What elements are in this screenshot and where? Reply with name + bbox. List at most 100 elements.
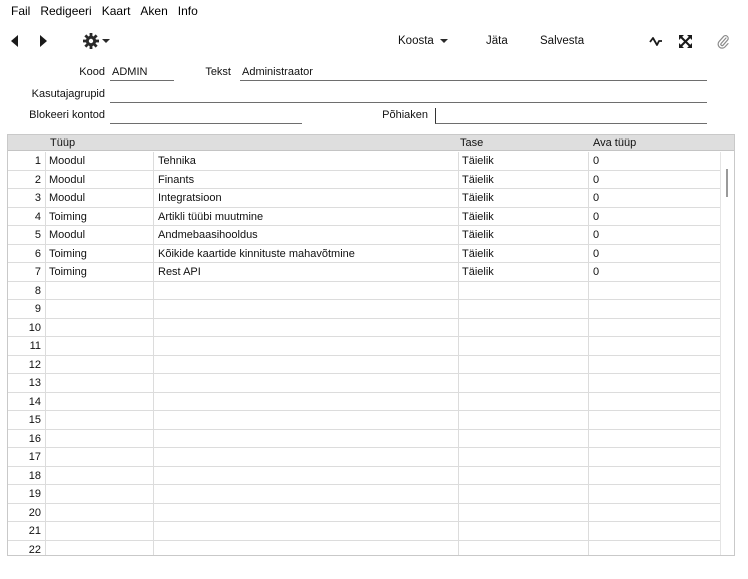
cell-ava-tyyp[interactable]: 0 bbox=[589, 245, 720, 263]
cell-ava-tyyp[interactable] bbox=[589, 393, 720, 411]
cell-tyyp[interactable] bbox=[46, 448, 154, 466]
cell-nimetus[interactable]: Integratsioon bbox=[154, 189, 459, 207]
cell-tase[interactable] bbox=[459, 448, 589, 466]
table-row[interactable]: 12 bbox=[8, 355, 720, 374]
cell-tyyp[interactable] bbox=[46, 466, 154, 485]
cell-nimetus[interactable] bbox=[154, 503, 459, 522]
cell-tase[interactable] bbox=[459, 318, 589, 337]
cell-nimetus[interactable] bbox=[154, 429, 459, 448]
cell-nimetus[interactable] bbox=[154, 318, 459, 337]
table-row[interactable]: 15 bbox=[8, 411, 720, 430]
cell-nimetus[interactable]: Rest API bbox=[154, 263, 459, 281]
cell-tase[interactable] bbox=[459, 411, 589, 429]
table-row[interactable]: 18 bbox=[8, 466, 720, 485]
cell-nimetus[interactable] bbox=[154, 355, 459, 374]
cell-nimetus[interactable]: Kõikide kaartide kinnituste mahavõtmine bbox=[154, 244, 459, 263]
table-row[interactable]: 7 Toiming Rest API Täielik 0 bbox=[8, 263, 720, 282]
cell-tase[interactable] bbox=[459, 300, 589, 318]
table-row[interactable]: 2 Moodul Finants Täielik 0 bbox=[8, 170, 720, 189]
cell-tase[interactable]: Täielik bbox=[459, 207, 589, 226]
table-row[interactable]: 16 bbox=[8, 429, 720, 448]
cell-nimetus[interactable]: Finants bbox=[154, 170, 459, 189]
table-row[interactable]: 22 bbox=[8, 540, 720, 555]
cell-tyyp[interactable]: Moodul bbox=[46, 170, 154, 189]
cell-tase[interactable]: Täielik bbox=[459, 263, 589, 281]
cell-tase[interactable] bbox=[459, 522, 589, 540]
table-row[interactable]: 1 Moodul Tehnika Täielik 0 bbox=[8, 152, 720, 171]
cell-ava-tyyp[interactable] bbox=[589, 319, 720, 337]
blokeeri-kontod-field[interactable] bbox=[110, 108, 302, 124]
cell-ava-tyyp[interactable]: 0 bbox=[589, 208, 720, 226]
cell-ava-tyyp[interactable]: 0 bbox=[589, 171, 720, 189]
cell-tase[interactable] bbox=[459, 466, 589, 485]
cell-tyyp[interactable] bbox=[46, 485, 154, 503]
cell-tyyp[interactable] bbox=[46, 374, 154, 392]
expand-button[interactable] bbox=[679, 26, 695, 56]
cell-nimetus[interactable]: Andmebaasihooldus bbox=[154, 226, 459, 244]
menu-aken[interactable]: Aken bbox=[135, 0, 172, 22]
cell-tase[interactable] bbox=[459, 503, 589, 522]
cell-tase[interactable] bbox=[459, 485, 589, 503]
cell-ava-tyyp[interactable] bbox=[589, 522, 720, 540]
attachment-button[interactable] bbox=[717, 26, 733, 56]
jata-button[interactable]: Jäta bbox=[486, 26, 516, 56]
cell-nimetus[interactable] bbox=[154, 448, 459, 466]
cell-tase[interactable] bbox=[459, 540, 589, 555]
table-row[interactable]: 19 bbox=[8, 485, 720, 504]
tekst-field[interactable]: Administraator bbox=[240, 65, 707, 81]
scrollbar-thumb[interactable] bbox=[726, 169, 728, 197]
cell-nimetus[interactable]: Tehnika bbox=[154, 152, 459, 170]
cell-tyyp[interactable] bbox=[46, 281, 154, 300]
menu-fail[interactable]: Fail bbox=[6, 0, 35, 22]
cell-ava-tyyp[interactable] bbox=[589, 374, 720, 392]
cell-ava-tyyp[interactable] bbox=[589, 485, 720, 503]
kasutajagrupid-field[interactable] bbox=[110, 87, 707, 103]
cell-tyyp[interactable] bbox=[46, 429, 154, 448]
cell-nimetus[interactable] bbox=[154, 485, 459, 503]
cell-tase[interactable]: Täielik bbox=[459, 226, 589, 244]
cell-ava-tyyp[interactable] bbox=[589, 282, 720, 300]
cell-ava-tyyp[interactable]: 0 bbox=[589, 189, 720, 207]
cell-ava-tyyp[interactable]: 0 bbox=[589, 226, 720, 244]
cell-tyyp[interactable] bbox=[46, 503, 154, 522]
table-row[interactable]: 8 bbox=[8, 281, 720, 300]
cell-nimetus[interactable] bbox=[154, 522, 459, 540]
table-row[interactable]: 13 bbox=[8, 374, 720, 393]
pohiaken-field[interactable] bbox=[435, 108, 707, 124]
table-row[interactable]: 17 bbox=[8, 448, 720, 467]
table-row[interactable]: 21 bbox=[8, 522, 720, 541]
cell-nimetus[interactable] bbox=[154, 281, 459, 300]
cell-tyyp[interactable] bbox=[46, 318, 154, 337]
cell-tyyp[interactable] bbox=[46, 337, 154, 355]
cell-ava-tyyp[interactable]: 0 bbox=[589, 263, 720, 281]
table-row[interactable]: 6 Toiming Kõikide kaartide kinnituste maha… bbox=[8, 244, 720, 263]
cell-tase[interactable]: Täielik bbox=[459, 244, 589, 263]
cell-tyyp[interactable]: Toiming bbox=[46, 263, 154, 281]
cell-tyyp[interactable]: Moodul bbox=[46, 226, 154, 244]
table-row[interactable]: 10 bbox=[8, 318, 720, 337]
cell-ava-tyyp[interactable] bbox=[589, 467, 720, 485]
cell-tase[interactable] bbox=[459, 281, 589, 300]
cell-nimetus[interactable] bbox=[154, 540, 459, 555]
cell-nimetus[interactable] bbox=[154, 411, 459, 429]
header-ava-tyyp[interactable]: Ava tüüp bbox=[593, 135, 636, 151]
vertical-scrollbar[interactable] bbox=[720, 152, 734, 555]
menu-redigeeri[interactable]: Redigeeri bbox=[35, 0, 96, 22]
kood-field[interactable]: ADMIN bbox=[110, 65, 174, 81]
cell-tase[interactable] bbox=[459, 374, 589, 392]
settings-menu-button[interactable] bbox=[82, 26, 114, 56]
cell-tase[interactable]: Täielik bbox=[459, 189, 589, 207]
cell-ava-tyyp[interactable] bbox=[589, 430, 720, 448]
cell-tyyp[interactable] bbox=[46, 300, 154, 318]
cell-tase[interactable] bbox=[459, 337, 589, 355]
cell-nimetus[interactable] bbox=[154, 392, 459, 411]
header-tase[interactable]: Tase bbox=[460, 135, 483, 151]
cell-ava-tyyp[interactable] bbox=[589, 448, 720, 466]
activity-button[interactable] bbox=[649, 26, 665, 56]
cell-tase[interactable] bbox=[459, 392, 589, 411]
cell-ava-tyyp[interactable]: 0 bbox=[589, 152, 720, 170]
menu-info[interactable]: Info bbox=[173, 0, 203, 22]
cell-ava-tyyp[interactable] bbox=[589, 411, 720, 429]
cell-ava-tyyp[interactable] bbox=[589, 356, 720, 374]
cell-nimetus[interactable]: Artikli tüübi muutmine bbox=[154, 207, 459, 226]
